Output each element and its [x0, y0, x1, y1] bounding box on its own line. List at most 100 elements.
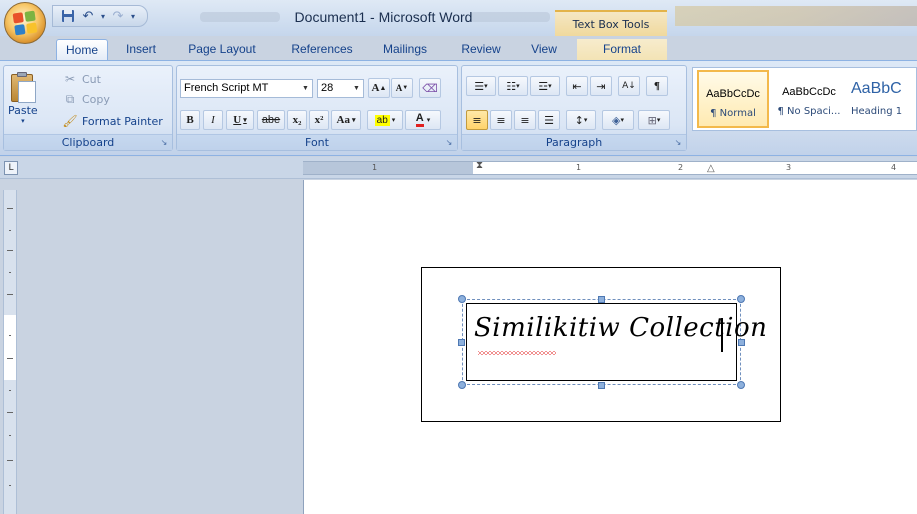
resize-handle-right[interactable]: [738, 339, 745, 346]
grow-font-button[interactable]: A ▲: [368, 78, 390, 98]
increase-indent-icon: ⇥: [596, 79, 606, 93]
paste-label: Paste: [8, 104, 38, 117]
style-no-spacing[interactable]: AaBbCcDc ¶ No Spaci...: [773, 70, 845, 128]
resize-handle-top-left[interactable]: [458, 295, 466, 303]
change-case-button[interactable]: Aa ▾: [331, 110, 361, 130]
format-painter-button[interactable]: 🖌 Format Painter: [62, 112, 163, 130]
dialog-launcher-icon[interactable]: ↘: [444, 138, 454, 148]
chevron-down-icon: ▾: [426, 116, 431, 124]
tab-home[interactable]: Home: [56, 39, 108, 60]
numbering-button[interactable]: ☷ ▾: [498, 76, 528, 96]
ruler-tick: [7, 460, 13, 461]
tab-mailings[interactable]: Mailings: [375, 39, 435, 60]
font-name-combo[interactable]: French Script MT ▼: [180, 79, 313, 98]
styles-gallery: AaBbCcDc ¶ Normal AaBbCcDc ¶ No Spaci...…: [692, 67, 917, 131]
subscript-button[interactable]: x₂: [287, 110, 307, 130]
tab-references[interactable]: References: [286, 39, 358, 60]
align-right-icon: ≡: [520, 113, 530, 127]
dialog-launcher-icon[interactable]: ↘: [673, 138, 683, 148]
clipboard-group-text: Clipboard: [61, 136, 115, 149]
chevron-down-icon: ▾: [548, 82, 552, 90]
borders-button[interactable]: ⊞ ▾: [638, 110, 670, 130]
office-button[interactable]: [4, 2, 46, 44]
tab-format[interactable]: Format: [577, 39, 667, 60]
bullet-list-icon: ☰: [474, 79, 485, 93]
cut-label: Cut: [82, 72, 101, 86]
chevron-down-icon[interactable]: ▼: [350, 80, 363, 97]
shading-button[interactable]: ◈ ▾: [602, 110, 634, 130]
eraser-icon: ⌫: [422, 82, 438, 95]
italic-button[interactable]: I: [203, 110, 223, 130]
ruler-tick: [9, 485, 11, 486]
chevron-down-icon: ▾: [583, 116, 588, 124]
style-name: ¶ No Spaci...: [777, 106, 841, 117]
bullets-button[interactable]: ☰ ▾: [466, 76, 496, 96]
chevron-down-icon: ▾: [391, 116, 396, 124]
font-size-value: 28: [321, 82, 334, 94]
resize-handle-top-right[interactable]: [737, 295, 745, 303]
ruler-tick: [7, 412, 13, 413]
decrease-indent-button[interactable]: ⇤: [566, 76, 588, 96]
vertical-ruler[interactable]: [3, 190, 17, 514]
right-indent-marker-icon[interactable]: △: [707, 163, 715, 174]
copy-button[interactable]: ⧉ Copy: [62, 90, 110, 108]
paste-button[interactable]: Paste ▾: [8, 72, 38, 125]
tab-review[interactable]: Review: [456, 39, 506, 60]
ribbon-tabs: Home Insert Page Layout References Maili…: [0, 36, 917, 60]
superscript-button[interactable]: x²: [309, 110, 329, 130]
align-center-button[interactable]: ≡: [490, 110, 512, 130]
font-size-combo[interactable]: 28 ▼: [317, 79, 364, 98]
multilevel-list-button[interactable]: ☲ ▾: [530, 76, 560, 96]
style-heading-1[interactable]: AaBbC Heading 1: [847, 70, 917, 128]
text-box-content[interactable]: Similikitiw Collection: [474, 313, 767, 343]
dialog-launcher-icon[interactable]: ↘: [159, 138, 169, 148]
first-line-indent-marker-icon[interactable]: ⧗: [476, 160, 483, 171]
tab-insert[interactable]: Insert: [114, 39, 168, 60]
resize-handle-bottom-right[interactable]: [737, 381, 745, 389]
copy-label: Copy: [82, 92, 110, 106]
format-painter-label: Format Painter: [82, 114, 163, 128]
redo-icon[interactable]: ↷: [109, 8, 127, 24]
chevron-down-icon: ▾: [351, 116, 356, 124]
clear-formatting-button[interactable]: ⌫: [419, 78, 441, 98]
tab-view[interactable]: View: [524, 39, 564, 60]
resize-handle-bottom[interactable]: [598, 382, 605, 389]
font-color-button[interactable]: A ▾: [405, 110, 441, 130]
ruler-tick: [9, 230, 11, 231]
underline-button[interactable]: U ▾: [226, 110, 254, 130]
change-case-label: Aa: [336, 114, 350, 126]
align-left-button[interactable]: ≡: [466, 110, 488, 130]
strikethrough-button[interactable]: abe: [257, 110, 285, 130]
sort-button[interactable]: A↓: [618, 76, 640, 96]
highlight-button[interactable]: ab ▾: [367, 110, 403, 130]
customize-qat-icon[interactable]: ▾: [129, 8, 137, 24]
cut-button[interactable]: ✂ Cut: [62, 70, 101, 88]
highlighter-icon: ab: [374, 114, 390, 126]
style-normal[interactable]: AaBbCcDc ¶ Normal: [697, 70, 769, 128]
line-spacing-button[interactable]: ↕ ▾: [566, 110, 596, 130]
tab-page-layout[interactable]: Page Layout: [180, 39, 264, 60]
save-icon[interactable]: [59, 8, 77, 24]
ruler-number: 2: [678, 163, 684, 172]
shrink-font-button[interactable]: A ▼: [391, 78, 413, 98]
align-center-icon: ≡: [496, 113, 506, 127]
chevron-down-icon[interactable]: ▼: [299, 80, 312, 97]
dropdown-arrow-icon[interactable]: ▾: [99, 8, 107, 24]
show-formatting-button[interactable]: ¶: [646, 76, 668, 96]
increase-indent-button[interactable]: ⇥: [590, 76, 612, 96]
justify-icon: ☰: [544, 113, 554, 127]
bold-button[interactable]: B: [180, 110, 200, 130]
undo-icon[interactable]: ↶: [79, 8, 97, 24]
multilevel-list-icon: ☲: [538, 79, 549, 93]
justify-button[interactable]: ☰: [538, 110, 560, 130]
font-name-value: French Script MT: [184, 82, 269, 94]
resize-handle-bottom-left[interactable]: [458, 381, 466, 389]
chevron-down-icon: ▾: [21, 117, 25, 125]
style-sample: AaBbCcDc: [782, 86, 836, 98]
paintbrush-icon: 🖌: [62, 114, 78, 128]
tab-selector-icon[interactable]: L: [4, 161, 18, 175]
resize-handle-top[interactable]: [598, 296, 605, 303]
align-right-button[interactable]: ≡: [514, 110, 536, 130]
horizontal-ruler[interactable]: 1 1 2 3 4 ⧗ △: [303, 160, 917, 175]
resize-handle-left[interactable]: [458, 339, 465, 346]
